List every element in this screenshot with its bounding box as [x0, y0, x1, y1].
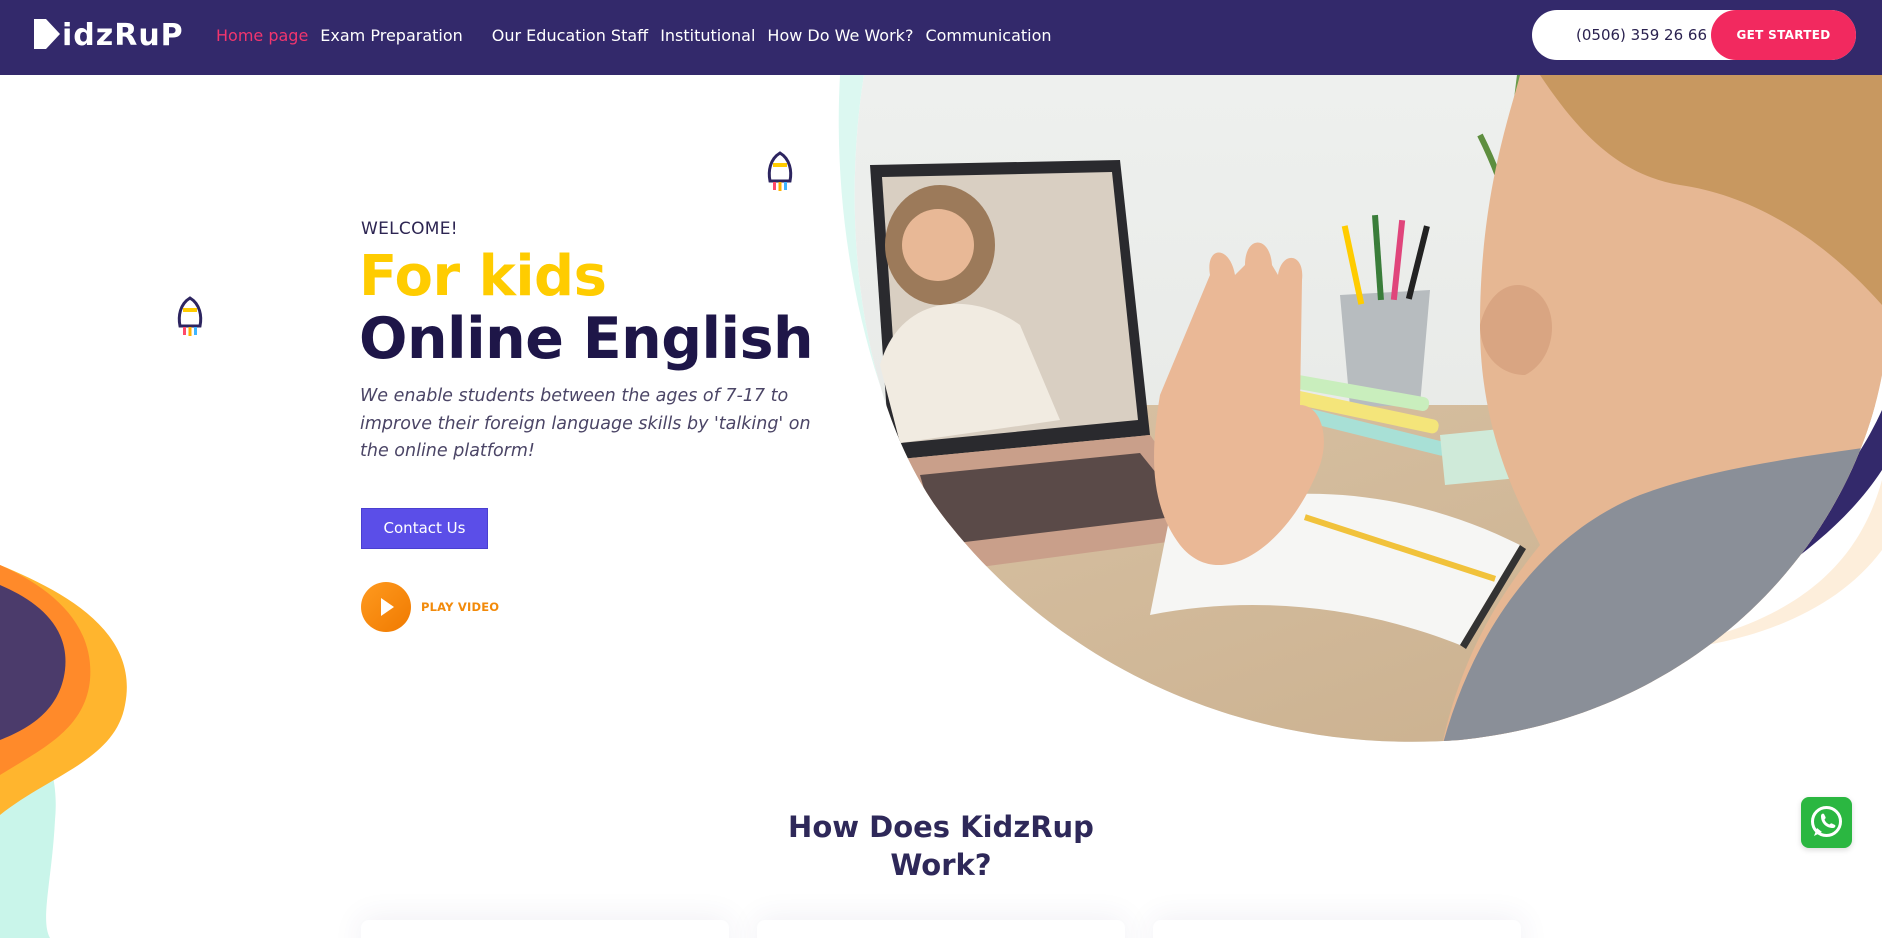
hero-title-line1: For kids [359, 244, 607, 309]
main-nav: Home page Exam Preparation Our Education… [216, 0, 1064, 70]
whatsapp-chat-button[interactable] [1801, 797, 1852, 848]
nav-item-communication[interactable]: Communication [925, 26, 1051, 45]
nav-item-exam-preparation[interactable]: Exam Preparation [320, 26, 462, 45]
hero-photo-kid-video-call [838, 75, 1882, 742]
kidzrup-logo[interactable]: idzRuP [34, 18, 184, 54]
contact-us-button[interactable]: Contact Us [361, 508, 488, 549]
step-card [757, 920, 1125, 938]
step-card [361, 920, 729, 938]
section-title-how-it-works: How Does KidzRup Work? [788, 810, 1094, 882]
decorative-blob-left [0, 565, 127, 938]
rocket-icon-left [177, 296, 203, 336]
phone-number-link[interactable]: (0506) 359 26 66 [1576, 10, 1707, 60]
nav-item-home[interactable]: Home page [216, 26, 308, 45]
phone-cta-pill: (0506) 359 26 66 GET STARTED [1532, 10, 1856, 60]
rocket-icon-top [767, 151, 793, 191]
nav-item-how-we-work[interactable]: How Do We Work? [767, 26, 913, 45]
nav-item-institutional[interactable]: Institutional [660, 26, 755, 45]
top-navbar: idzRuP Home page Exam Preparation Our Ed… [0, 0, 1882, 75]
nav-item-education-staff[interactable]: Our Education Staff [492, 26, 648, 45]
step-card [1153, 920, 1521, 938]
get-started-button[interactable]: GET STARTED [1711, 10, 1856, 60]
hero-title-line2: Online English [359, 306, 814, 372]
hero-description: We enable students between the ages of 7… [360, 386, 811, 461]
whatsapp-icon [1811, 806, 1842, 837]
hero-eyebrow: WELCOME! [361, 219, 458, 239]
play-icon[interactable] [361, 582, 411, 632]
logo-k-mark [34, 19, 60, 49]
play-video-link[interactable]: PLAY VIDEO [421, 600, 499, 614]
logo-text: idzRuP [62, 18, 184, 53]
